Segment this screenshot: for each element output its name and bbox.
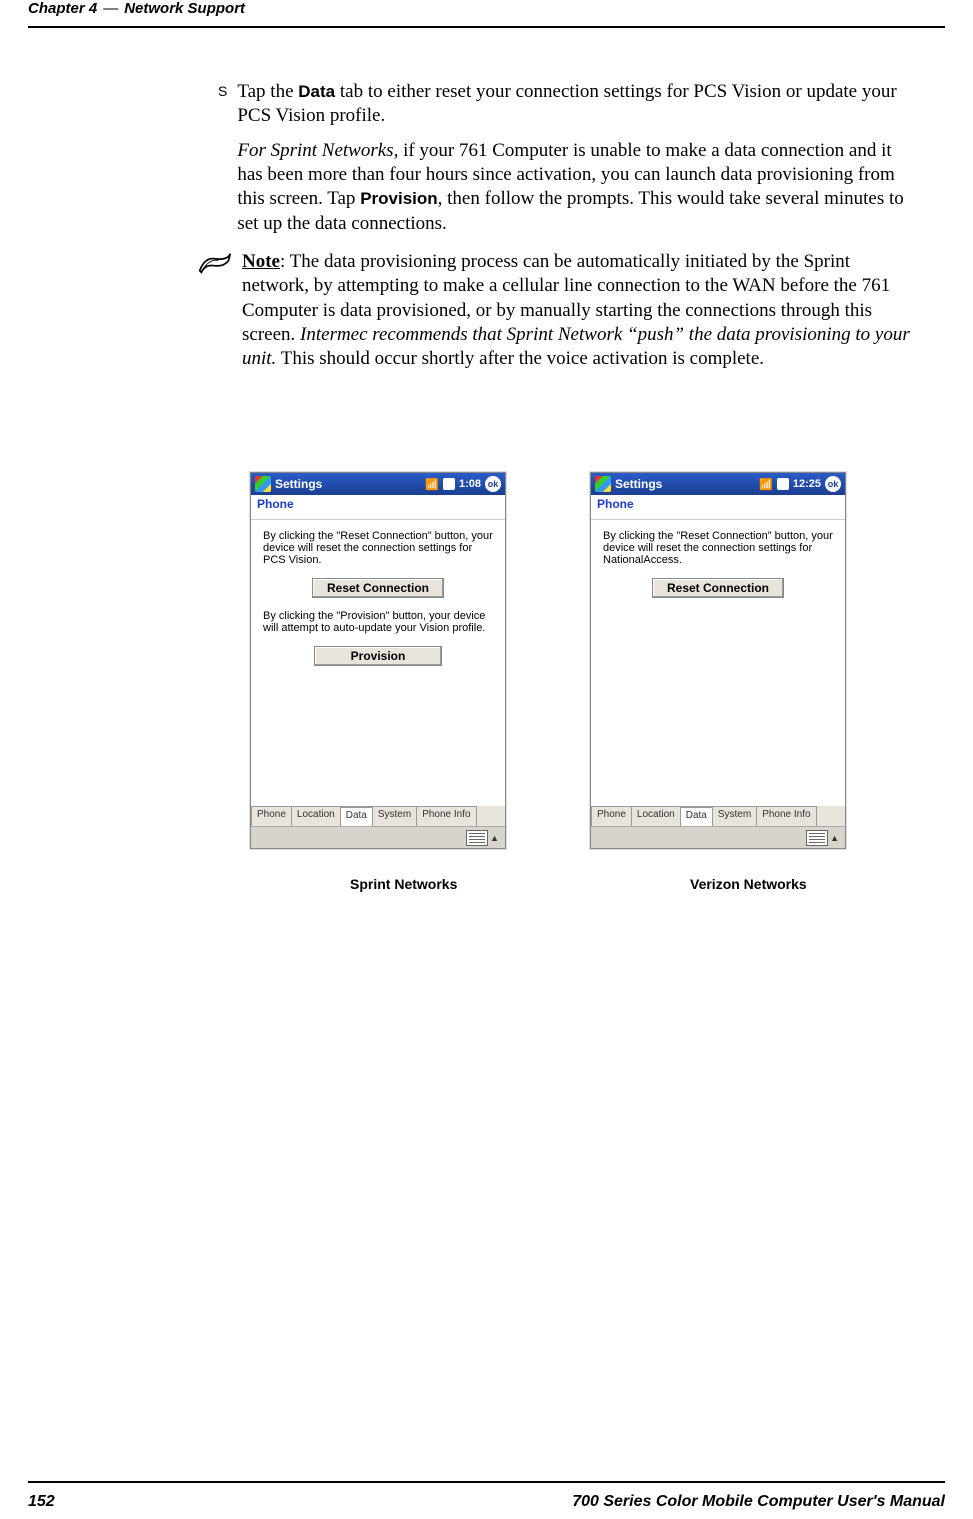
start-icon[interactable]	[595, 476, 611, 492]
sip-arrow-icon[interactable]: ▲	[830, 833, 839, 843]
page-header: Chapter 4—Network Support	[28, 0, 245, 17]
page-number: 152	[28, 1493, 55, 1511]
tab-location[interactable]: Location	[291, 806, 341, 826]
sprint-caption: Sprint Networks	[350, 876, 457, 892]
tab-location[interactable]: Location	[631, 806, 681, 826]
text: tab to either reset your connection sett…	[237, 81, 896, 126]
keyboard-icon[interactable]	[466, 830, 488, 846]
header-rule	[28, 26, 945, 28]
bullet-paragraph-1: Tap the Data tab to either reset your co…	[237, 80, 920, 129]
tab-system[interactable]: System	[712, 806, 757, 826]
bullet-paragraph-2: For Sprint Networks, if your 761 Compute…	[237, 139, 920, 236]
chapter-label: Chapter 4	[28, 0, 97, 17]
sprint-screenshot: Settings 📶 1:08 ok Phone By clicking the…	[250, 472, 506, 849]
tab-data[interactable]: Data	[680, 806, 713, 826]
signal-icon: 📶	[425, 478, 439, 491]
ok-button[interactable]: ok	[825, 476, 841, 492]
provision-ref: Provision	[360, 189, 437, 208]
tab-data[interactable]: Data	[340, 806, 373, 826]
reset-connection-button[interactable]: Reset Connection	[312, 578, 444, 598]
tab-bar: Phone Location Data System Phone Info	[251, 806, 505, 826]
note-text: Note: The data provisioning process can …	[242, 250, 920, 372]
status-indicators: 📶 1:08 ok	[425, 476, 501, 492]
tab-phone[interactable]: Phone	[251, 806, 292, 826]
sip-bar: ▲	[591, 826, 845, 848]
keyboard-icon[interactable]	[806, 830, 828, 846]
verizon-caption: Verizon Networks	[690, 876, 807, 892]
body-text: S Tap the Data tab to either reset your …	[240, 80, 920, 381]
title-bar: Settings 📶 1:08 ok	[251, 473, 505, 495]
start-icon[interactable]	[255, 476, 271, 492]
bullet-item: S Tap the Data tab to either reset your …	[240, 80, 920, 246]
text-em: For Sprint Networks,	[237, 140, 398, 161]
sound-icon	[443, 478, 455, 490]
screen-body: By clicking the "Reset Connection" butto…	[251, 520, 505, 688]
screen-body: By clicking the "Reset Connection" butto…	[591, 520, 845, 620]
provision-button[interactable]: Provision	[314, 646, 443, 666]
ok-button[interactable]: ok	[485, 476, 501, 492]
section-label: Network Support	[124, 0, 245, 17]
title-bar: Settings 📶 12:25 ok	[591, 473, 845, 495]
manual-title: 700 Series Color Mobile Computer User's …	[572, 1493, 945, 1511]
clock: 1:08	[459, 478, 481, 490]
footer-rule	[28, 1481, 945, 1483]
sound-icon	[777, 478, 789, 490]
text: This should occur shortly after the voic…	[276, 348, 764, 369]
note-label: Note	[242, 251, 280, 272]
bullet-marker: S	[218, 80, 227, 246]
verizon-screenshot: Settings 📶 12:25 ok Phone By clicking th…	[590, 472, 846, 849]
reset-desc: By clicking the "Reset Connection" butto…	[603, 530, 833, 566]
sip-bar: ▲	[251, 826, 505, 848]
app-title: Phone	[251, 495, 505, 520]
app-title: Phone	[591, 495, 845, 520]
reset-connection-button[interactable]: Reset Connection	[652, 578, 784, 598]
tab-system[interactable]: System	[372, 806, 417, 826]
title-text: Settings	[275, 477, 322, 491]
text: Tap the	[237, 81, 298, 102]
sip-arrow-icon[interactable]: ▲	[490, 833, 499, 843]
data-tab-ref: Data	[298, 82, 335, 101]
note-icon	[198, 250, 232, 382]
tab-phone[interactable]: Phone	[591, 806, 632, 826]
provision-desc: By clicking the "Provision" button, your…	[263, 610, 493, 634]
clock: 12:25	[793, 478, 821, 490]
note-block: Note: The data provisioning process can …	[240, 250, 920, 382]
reset-desc: By clicking the "Reset Connection" butto…	[263, 530, 493, 566]
title-text: Settings	[615, 477, 662, 491]
signal-icon: 📶	[759, 478, 773, 491]
tab-bar: Phone Location Data System Phone Info	[591, 806, 845, 826]
screenshot-row: Settings 📶 1:08 ok Phone By clicking the…	[250, 472, 846, 849]
tab-phone-info[interactable]: Phone Info	[416, 806, 476, 826]
tab-phone-info[interactable]: Phone Info	[756, 806, 816, 826]
status-indicators: 📶 12:25 ok	[759, 476, 841, 492]
